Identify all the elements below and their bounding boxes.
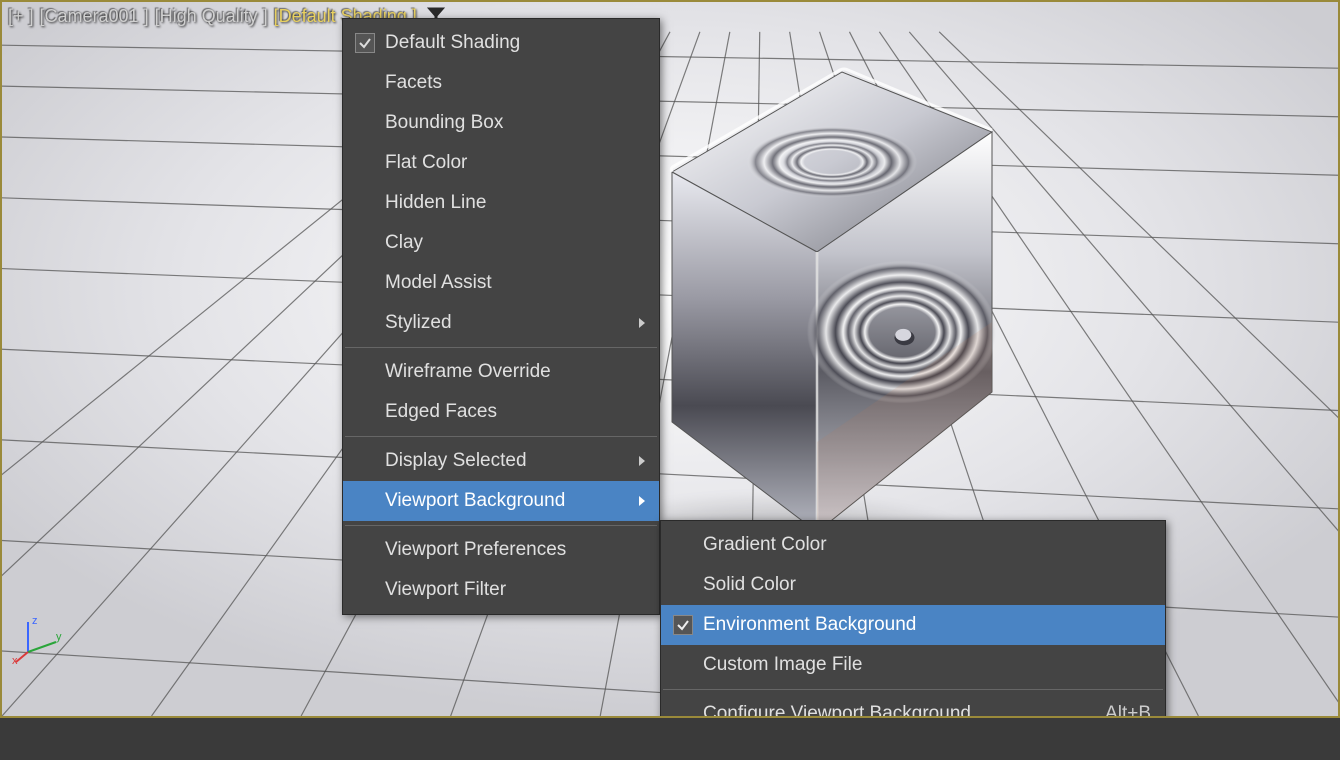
menu-separator [345, 525, 657, 526]
menu-item-label: Model Assist [385, 272, 645, 294]
menu-item-label: Custom Image File [703, 654, 1151, 676]
menu-default-shading[interactable]: Default Shading [343, 23, 659, 63]
menu-shortcut: Alt+B [1105, 703, 1151, 718]
svg-text:y: y [56, 631, 62, 643]
viewport-menu-quality[interactable]: [High Quality ] [155, 6, 268, 29]
menu-clay[interactable]: Clay [343, 223, 659, 263]
submenu-configure-background[interactable]: Configure Viewport Background... Alt+B [661, 694, 1165, 718]
menu-edged-faces[interactable]: Edged Faces [343, 392, 659, 432]
menu-bounding-box[interactable]: Bounding Box [343, 103, 659, 143]
menu-model-assist[interactable]: Model Assist [343, 263, 659, 303]
menu-item-label: Gradient Color [703, 534, 1151, 556]
menu-item-label: Flat Color [385, 152, 645, 174]
menu-item-label: Configure Viewport Background... [703, 703, 1085, 718]
menu-viewport-preferences[interactable]: Viewport Preferences [343, 530, 659, 570]
menu-item-label: Viewport Background [385, 490, 629, 512]
menu-item-label: Default Shading [385, 32, 645, 54]
menu-item-label: Hidden Line [385, 192, 645, 214]
menu-facets[interactable]: Facets [343, 63, 659, 103]
menu-item-label: Viewport Preferences [385, 539, 645, 561]
menu-hidden-line[interactable]: Hidden Line [343, 183, 659, 223]
submenu-arrow-icon [639, 456, 645, 466]
submenu-arrow-icon [639, 496, 645, 506]
submenu-environment-background[interactable]: Environment Background [661, 605, 1165, 645]
menu-wireframe-override[interactable]: Wireframe Override [343, 352, 659, 392]
menu-separator [663, 689, 1163, 690]
menu-stylized[interactable]: Stylized [343, 303, 659, 343]
chrome-cube[interactable] [642, 62, 1002, 542]
menu-item-label: Display Selected [385, 450, 629, 472]
svg-text:z: z [32, 615, 38, 627]
check-icon [355, 33, 375, 53]
check-icon [673, 615, 693, 635]
menu-display-selected[interactable]: Display Selected [343, 441, 659, 481]
menu-item-label: Edged Faces [385, 401, 645, 423]
viewport-background-submenu: Gradient Color Solid Color Environment B… [660, 520, 1166, 718]
menu-item-label: Clay [385, 232, 645, 254]
menu-item-label: Solid Color [703, 574, 1151, 596]
menu-item-label: Viewport Filter [385, 579, 645, 601]
viewport-menu-camera[interactable]: [Camera001 ] [40, 6, 149, 29]
menu-separator [345, 347, 657, 348]
menu-viewport-filter[interactable]: Viewport Filter [343, 570, 659, 610]
menu-item-label: Environment Background [703, 614, 1151, 636]
menu-item-label: Bounding Box [385, 112, 645, 134]
viewport-menu-plus[interactable]: [+ ] [8, 6, 34, 29]
menu-item-label: Wireframe Override [385, 361, 645, 383]
bottom-bar [0, 718, 1340, 760]
submenu-arrow-icon [639, 318, 645, 328]
viewport-3d[interactable]: [+ ] [Camera001 ] [High Quality ] [Defau… [0, 0, 1340, 718]
menu-item-label: Facets [385, 72, 645, 94]
svg-text:x: x [12, 655, 18, 664]
axis-gizmo: z y x [12, 614, 62, 664]
submenu-custom-image-file[interactable]: Custom Image File [661, 645, 1165, 685]
menu-separator [345, 436, 657, 437]
submenu-solid-color[interactable]: Solid Color [661, 565, 1165, 605]
menu-item-label: Stylized [385, 312, 629, 334]
menu-viewport-background[interactable]: Viewport Background [343, 481, 659, 521]
menu-flat-color[interactable]: Flat Color [343, 143, 659, 183]
shading-menu: Default Shading Facets Bounding Box Flat… [342, 18, 660, 615]
submenu-gradient-color[interactable]: Gradient Color [661, 525, 1165, 565]
